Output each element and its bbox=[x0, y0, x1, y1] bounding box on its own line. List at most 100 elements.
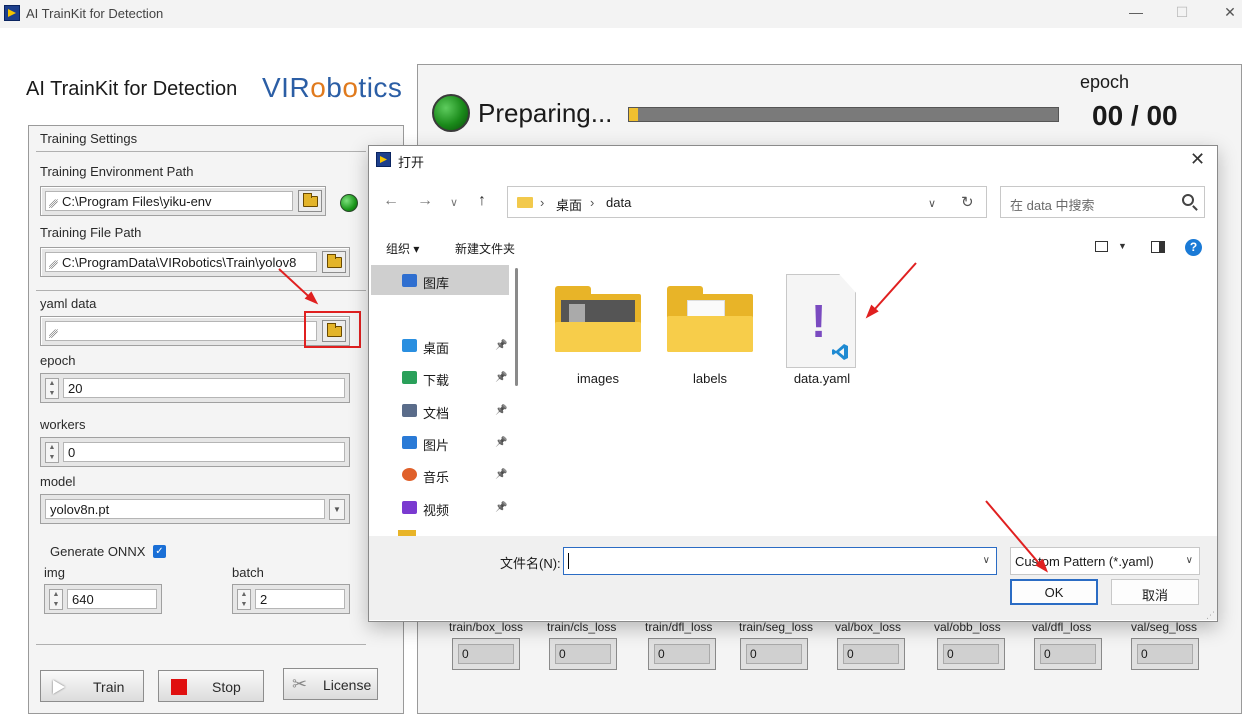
organize-menu[interactable]: 组织 ▾ bbox=[386, 240, 419, 257]
path-icon: ␥ bbox=[49, 199, 58, 211]
progress-fill bbox=[629, 108, 638, 121]
help-icon[interactable]: ? bbox=[1185, 239, 1202, 256]
img-field: ▲ ▼ 640 bbox=[44, 584, 162, 614]
workers-input[interactable]: 0 bbox=[63, 442, 345, 462]
brand-logo: VIRobotics bbox=[262, 72, 403, 103]
vscode-icon bbox=[832, 344, 848, 360]
metric-indicator: 0 bbox=[452, 638, 520, 670]
exclamation-icon: ! bbox=[811, 295, 827, 347]
env-path-field: ␥ C:\Program Files\yiku-env bbox=[40, 186, 326, 216]
pin-icon[interactable]: 📌 bbox=[495, 502, 507, 513]
refresh-icon[interactable]: ↻ bbox=[961, 193, 974, 211]
model-label: model bbox=[40, 474, 76, 489]
path-icon: ␥ bbox=[49, 260, 58, 272]
nav-item[interactable]: 桌面 📌 bbox=[380, 335, 507, 357]
text-caret bbox=[568, 553, 569, 569]
tools-icon: ✂ bbox=[292, 674, 308, 694]
folder-icon bbox=[667, 286, 753, 352]
nav-item[interactable]: 下载 📌 bbox=[380, 367, 507, 389]
epoch-spinner[interactable]: ▲ ▼ bbox=[45, 378, 59, 399]
navigation-pane bbox=[370, 262, 518, 535]
env-path-input[interactable]: ␥ C:\Program Files\yiku-env bbox=[45, 191, 293, 211]
stop-button[interactable]: Stop bbox=[158, 670, 264, 702]
nav-item[interactable]: 文档 📌 bbox=[380, 400, 507, 422]
workers-spinner[interactable]: ▲ ▼ bbox=[45, 442, 59, 463]
metric-indicator: 0 bbox=[740, 638, 808, 670]
settings-title: Training Settings bbox=[40, 131, 138, 146]
gallery-icon bbox=[402, 274, 417, 287]
status-led bbox=[432, 94, 470, 132]
metric-label: val/box_loss bbox=[835, 620, 902, 634]
dialog-close-icon[interactable]: ✕ bbox=[1190, 149, 1205, 170]
batch-spinner[interactable]: ▲ ▼ bbox=[237, 589, 251, 610]
metric-label: train/cls_loss bbox=[547, 620, 617, 634]
yaml-input[interactable]: ␥ bbox=[45, 321, 317, 341]
ok-button[interactable]: OK bbox=[1010, 579, 1098, 605]
pin-icon[interactable]: 📌 bbox=[495, 437, 507, 448]
env-path-browse-button[interactable] bbox=[298, 190, 322, 212]
chevron-down-icon[interactable]: ∨ bbox=[983, 555, 990, 566]
new-folder-button[interactable]: 新建文件夹 bbox=[455, 240, 515, 257]
window-title-bar[interactable] bbox=[0, 0, 1242, 28]
file-name: images bbox=[577, 371, 619, 386]
nav-item[interactable]: 图片 📌 bbox=[380, 432, 507, 454]
divider bbox=[36, 290, 366, 291]
breadcrumb-desktop[interactable]: 桌面 bbox=[556, 195, 582, 214]
music-icon bbox=[402, 468, 417, 481]
address-bar[interactable]: › 桌面 › data ∨ ↻ bbox=[507, 186, 987, 218]
nav-item-label: 桌面 bbox=[423, 341, 450, 356]
metric-indicator: 0 bbox=[837, 638, 905, 670]
metric-value: 0 bbox=[1137, 644, 1193, 664]
search-box[interactable]: 在 data 中搜索 bbox=[1000, 186, 1205, 218]
pin-icon[interactable]: 📌 bbox=[495, 405, 507, 416]
file-path-input[interactable]: ␥ C:\ProgramData\VIRobotics\Train\yolov8 bbox=[45, 252, 317, 272]
divider bbox=[36, 151, 366, 152]
minimize-button[interactable]: — bbox=[1126, 4, 1146, 22]
chevron-down-icon[interactable]: ▼ bbox=[329, 499, 345, 520]
nav-scrollbar[interactable] bbox=[515, 268, 518, 386]
pin-icon[interactable]: 📌 bbox=[495, 340, 507, 351]
breadcrumb-separator: › bbox=[540, 195, 545, 210]
breadcrumb-data[interactable]: data bbox=[606, 195, 631, 210]
metric-indicator: 0 bbox=[1131, 638, 1199, 670]
cancel-button[interactable]: 取消 bbox=[1111, 579, 1199, 605]
file-path-field: ␥ C:\ProgramData\VIRobotics\Train\yolov8 bbox=[40, 247, 350, 277]
file-name: labels bbox=[693, 371, 727, 386]
desktop-icon bbox=[402, 339, 417, 352]
back-arrow-icon[interactable]: ← bbox=[383, 192, 399, 210]
highlight-box bbox=[304, 311, 361, 348]
view-icon[interactable] bbox=[1095, 241, 1108, 252]
batch-input[interactable]: 2 bbox=[255, 589, 345, 609]
address-chevron-icon[interactable]: ∨ bbox=[928, 197, 936, 210]
epoch-input[interactable]: 20 bbox=[63, 378, 345, 398]
onnx-label: Generate ONNX bbox=[50, 544, 146, 559]
window-title: AI TrainKit for Detection bbox=[26, 6, 164, 21]
nav-item[interactable]: 图库 bbox=[380, 270, 506, 292]
train-button[interactable]: Train bbox=[40, 670, 144, 702]
up-arrow-icon[interactable]: ↑ bbox=[478, 192, 486, 210]
file-path-browse-button[interactable] bbox=[322, 251, 346, 273]
maximize-button[interactable]: ☐ bbox=[1172, 4, 1192, 22]
nav-item[interactable]: 音乐 📌 bbox=[380, 464, 507, 486]
close-window-button[interactable]: ✕ bbox=[1220, 4, 1240, 22]
pin-icon[interactable]: 📌 bbox=[495, 372, 507, 383]
license-button[interactable]: ✂ License bbox=[283, 668, 378, 700]
filename-input[interactable]: ∨ bbox=[563, 547, 997, 575]
nav-item-label: 视频 bbox=[423, 503, 450, 518]
status-text: Preparing... bbox=[478, 98, 613, 128]
resize-grip-icon[interactable]: ⋰ bbox=[1206, 610, 1215, 621]
folder-icon bbox=[327, 254, 342, 268]
view-chevron-icon[interactable]: ▼ bbox=[1118, 241, 1127, 251]
forward-arrow-icon[interactable]: → bbox=[417, 192, 433, 210]
nav-item[interactable]: 视频 📌 bbox=[380, 497, 507, 519]
preview-pane-icon[interactable] bbox=[1151, 241, 1165, 253]
onnx-checkbox[interactable]: ✓ bbox=[153, 545, 166, 558]
search-placeholder: 在 data 中搜索 bbox=[1010, 198, 1095, 213]
model-select[interactable]: yolov8n.pt ▼ bbox=[40, 494, 350, 524]
metric-value: 0 bbox=[654, 644, 710, 664]
pin-icon[interactable]: 📌 bbox=[495, 469, 507, 480]
img-spinner[interactable]: ▲ ▼ bbox=[49, 589, 63, 610]
recent-chevron-icon[interactable]: ∨ bbox=[450, 196, 458, 209]
train-button-label: Train bbox=[93, 679, 125, 695]
img-input[interactable]: 640 bbox=[67, 589, 157, 609]
